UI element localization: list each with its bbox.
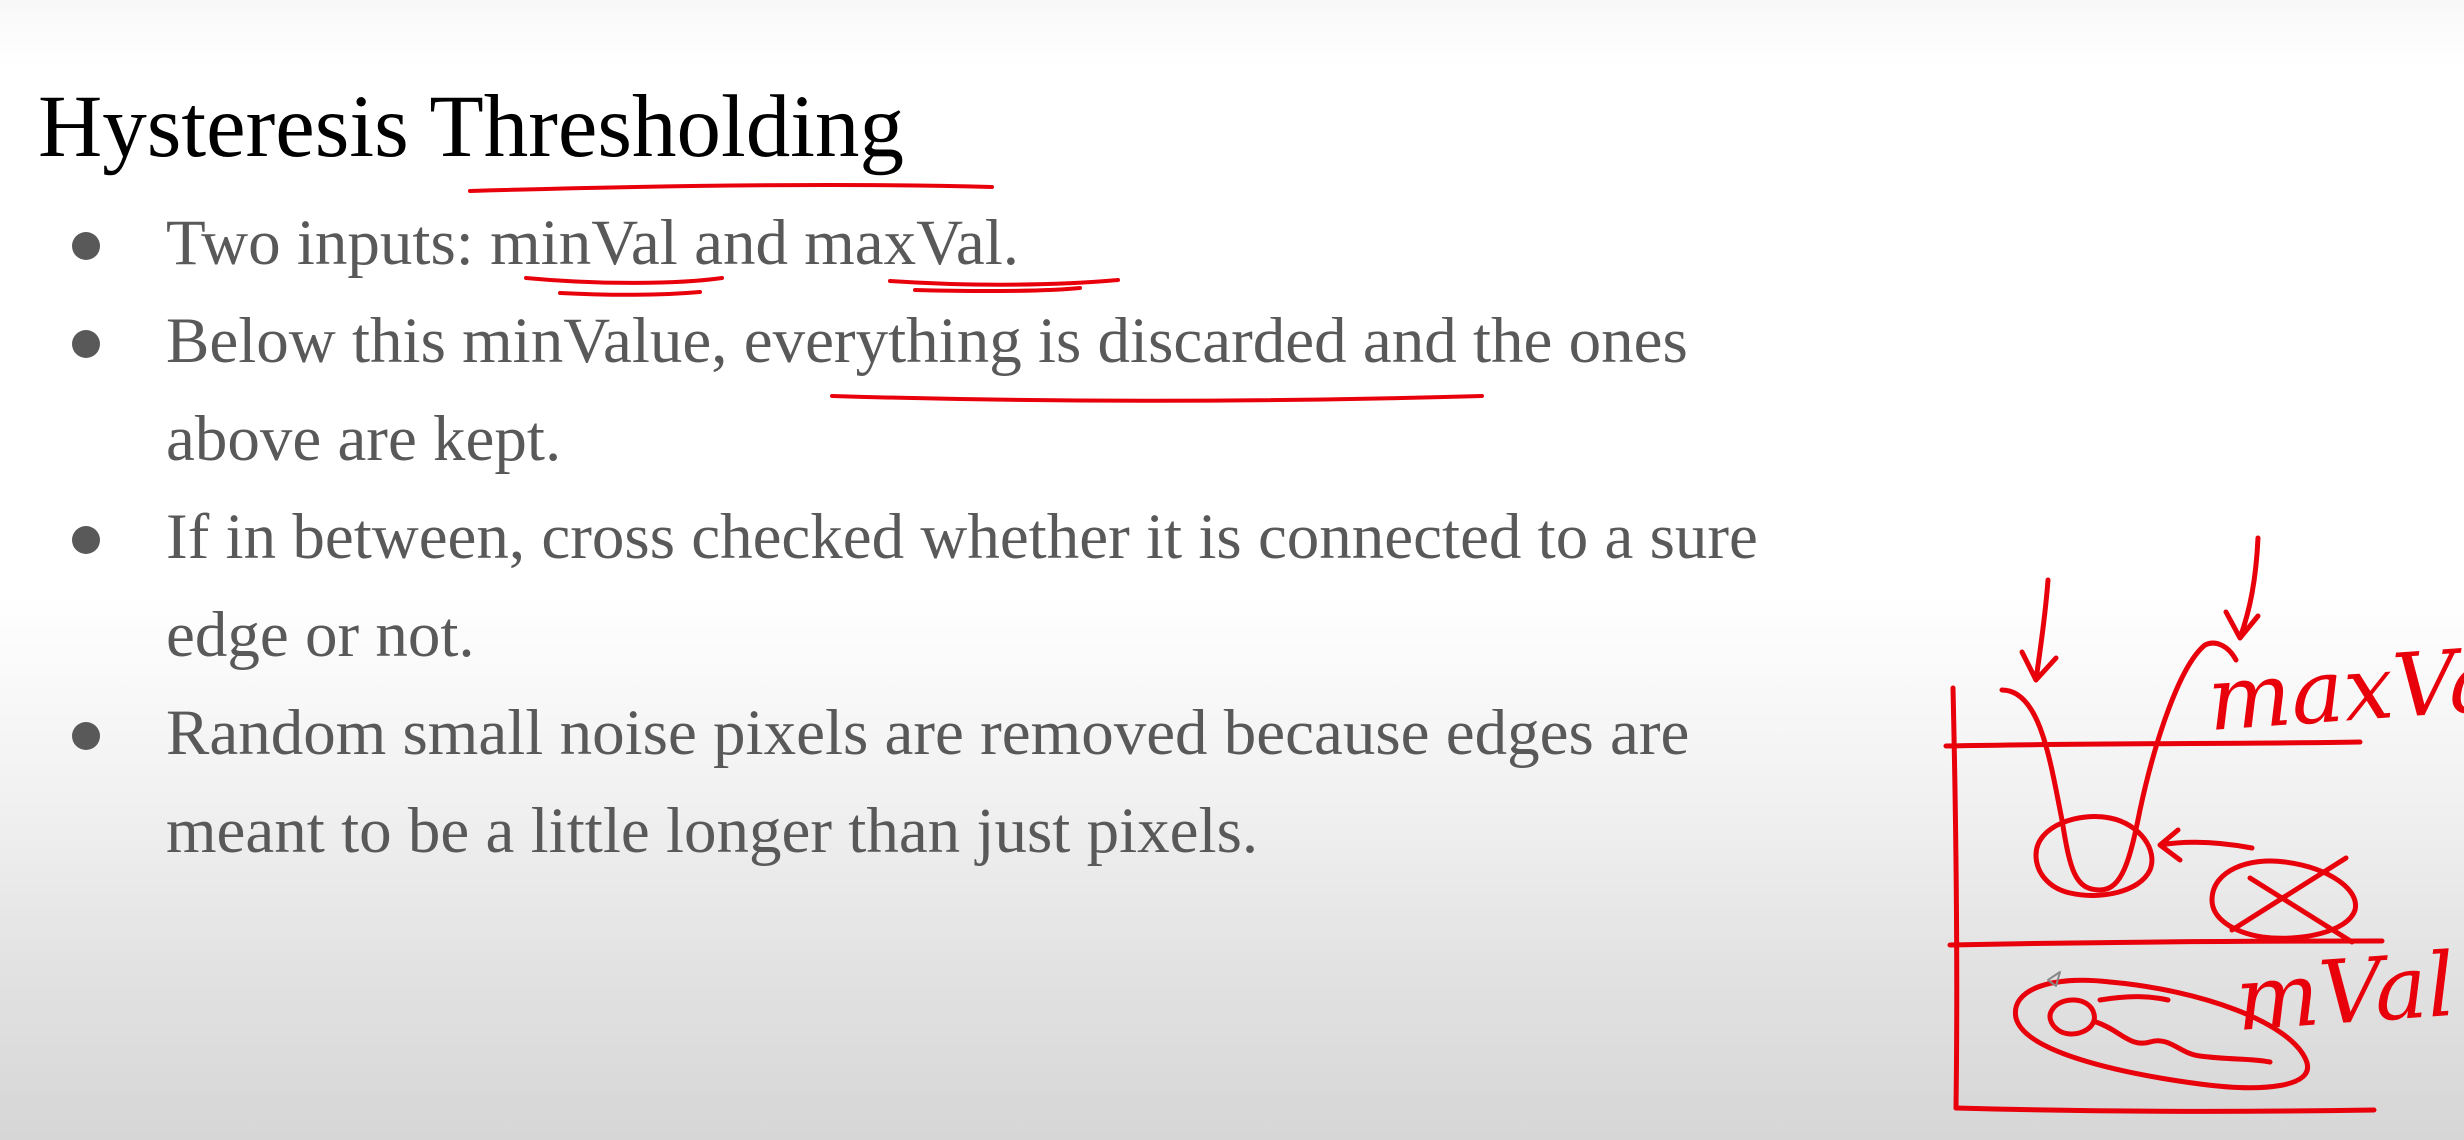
cursor-icon [2047, 971, 2061, 987]
sketch-labels: maxVal mVal [2204, 626, 2464, 1051]
slide-title: Hysteresis Thresholding [38, 78, 905, 176]
minval-label: mVal [2232, 933, 2458, 1051]
minval-line [1947, 938, 2385, 948]
maxval-line [1943, 739, 2363, 749]
title-underline [468, 183, 994, 193]
bullet-text: Random small noise pixels are removed be… [166, 697, 1690, 867]
arrow-right-down [2223, 535, 2261, 641]
bullet-dot-icon [72, 722, 100, 750]
discarded-ellipse [2209, 858, 2359, 941]
bullet-item: Below this minValue, everything is disca… [0, 292, 1960, 488]
bullet-text: If in between, cross checked whether it … [166, 501, 1758, 671]
bullet-list: Two inputs: minVal and maxVal. Below thi… [0, 194, 1960, 880]
bullet-item: Random small noise pixels are removed be… [0, 684, 1960, 880]
maxval-label: maxVal [2204, 626, 2464, 751]
connected-arrow [2157, 827, 2255, 863]
noise-ellipse [2012, 977, 2311, 1091]
threshold-sketch [1943, 535, 2385, 1114]
bullet-dot-icon [72, 330, 100, 358]
noise-small-circle [2047, 997, 2097, 1037]
noise-squiggle [2093, 1019, 2273, 1065]
arrow-left-down [2019, 577, 2059, 683]
discarded-cross [2229, 855, 2355, 945]
edge-curve [1999, 640, 2239, 893]
connected-ellipse [2033, 814, 2155, 898]
bullet-text: Below this minValue, everything is disca… [166, 305, 1688, 475]
bullet-text: Two inputs: minVal and maxVal. [166, 207, 1019, 279]
bullet-item: If in between, cross checked whether it … [0, 488, 1960, 684]
sketch-axis-bottom [1953, 1105, 2377, 1114]
bullet-dot-icon [72, 232, 100, 260]
bullet-item: Two inputs: minVal and maxVal. [0, 194, 1960, 292]
noise-dash [2097, 994, 2171, 1003]
bullet-dot-icon [72, 526, 100, 554]
